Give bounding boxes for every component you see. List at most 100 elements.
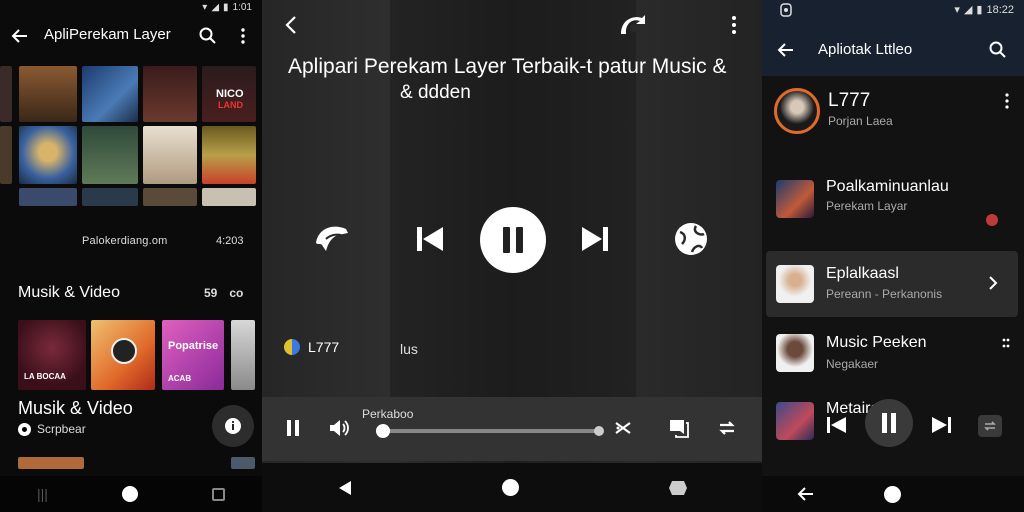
back-arrow-icon[interactable]	[797, 486, 815, 502]
back-arrow-icon[interactable]	[776, 40, 796, 60]
poster-thumbnail[interactable]	[19, 126, 77, 184]
signal-icon: ◢	[963, 4, 973, 16]
album-art	[776, 265, 814, 303]
item-title: Poalkaminuanlau	[826, 178, 949, 195]
album-art	[776, 334, 814, 372]
poster-caption: LAND	[218, 100, 243, 110]
search-icon[interactable]	[988, 40, 1008, 60]
video-thumbnail[interactable]	[91, 320, 155, 390]
ticker-text: Palokerdiang.om	[82, 235, 168, 247]
seek-bar-thumb[interactable]	[376, 424, 390, 438]
volume-icon[interactable]	[328, 417, 350, 439]
chevron-right-icon[interactable]	[988, 275, 998, 291]
item-subtitle: Negakaer	[826, 357, 879, 371]
poster-thumbnail[interactable]	[0, 126, 12, 184]
repeat-icon[interactable]	[978, 415, 1002, 437]
back-triangle-icon[interactable]	[337, 480, 353, 496]
poster-thumbnail[interactable]	[82, 188, 138, 206]
section-action-2[interactable]: co	[229, 286, 243, 300]
skip-next-icon[interactable]	[930, 415, 952, 435]
seek-bar[interactable]	[376, 424, 600, 438]
recent-apps-icon[interactable]: |||	[37, 486, 48, 502]
back-chevron-icon[interactable]	[284, 14, 298, 36]
wifi-icon: ▾	[954, 4, 960, 16]
avatar	[774, 88, 820, 134]
item-subtitle: Perekam Layar	[826, 199, 908, 213]
video-caption: LA BOCAA	[24, 372, 66, 381]
skip-previous-icon[interactable]	[415, 224, 445, 254]
more-vert-icon[interactable]	[730, 14, 738, 36]
queue-icon[interactable]	[668, 417, 690, 439]
overview-icon[interactable]	[668, 479, 688, 497]
video-thumbnail[interactable]	[231, 457, 255, 469]
poster-thumbnail[interactable]	[19, 188, 77, 206]
mini-player-subtitle-row: Scrpbear	[18, 422, 86, 436]
playback-bar: Perkaboo	[262, 397, 762, 461]
status-time: 18:22	[986, 3, 1014, 16]
section-action-1[interactable]: 59	[204, 286, 217, 300]
search-icon[interactable]	[198, 26, 218, 46]
poster-thumbnail[interactable]	[143, 126, 197, 184]
home-button[interactable]	[121, 486, 138, 502]
track-row[interactable]: L777	[284, 339, 339, 355]
home-button[interactable]	[501, 479, 519, 496]
item-title: Eplalkaasl	[826, 265, 899, 282]
share-icon[interactable]	[314, 221, 350, 255]
shuffle-icon[interactable]	[614, 419, 632, 437]
poster-thumbnail[interactable]	[0, 66, 12, 122]
home-button[interactable]	[884, 485, 902, 503]
list-item[interactable]: Poalkaminuanlau Perekam Layar	[766, 168, 1018, 234]
fab-button[interactable]	[212, 405, 254, 447]
signal-icon: ◢	[211, 2, 220, 13]
badge-icon	[986, 214, 998, 226]
list-item[interactable]: L777 Porjan Laea	[766, 82, 1018, 148]
play-disc-icon	[111, 338, 137, 364]
video-thumbnail[interactable]	[231, 320, 255, 390]
section-title: Musik & Video	[18, 284, 120, 301]
notification-icon	[780, 3, 792, 17]
drag-handle-icon[interactable]	[1002, 338, 1010, 350]
globe-icon[interactable]	[672, 220, 710, 258]
system-nav-bar	[762, 476, 1024, 512]
video-thumbnail[interactable]: LA BOCAA	[18, 320, 86, 390]
video-thumbnail[interactable]	[18, 457, 84, 469]
skip-next-icon[interactable]	[580, 224, 610, 254]
more-vert-icon[interactable]	[1004, 92, 1010, 110]
ticker-count: 4:203	[216, 235, 244, 247]
mini-player-title: Musik & Video	[18, 398, 133, 418]
poster-thumbnail[interactable]: NICO LAND	[202, 66, 256, 122]
pause-button[interactable]	[865, 399, 913, 447]
repeat-icon[interactable]	[716, 417, 738, 439]
poster-thumbnail[interactable]	[202, 188, 256, 206]
video-thumbnail[interactable]: Popatrise ACAB	[162, 320, 224, 390]
list-item[interactable]: Music Peeken Negakaer	[766, 322, 1018, 388]
seek-bar-end	[594, 426, 604, 436]
status-bar: ▾ ◢ ▮ 18:22	[954, 3, 1014, 17]
more-vert-icon[interactable]	[236, 26, 250, 46]
system-nav-bar: |||	[0, 476, 262, 512]
app-title: ApliPerekam Layer	[44, 26, 171, 43]
poster-thumbnail[interactable]	[143, 188, 197, 206]
poster-thumbnail[interactable]	[82, 66, 138, 122]
back-arrow-icon[interactable]	[10, 26, 30, 46]
item-title: Music Peeken	[826, 334, 927, 351]
overview-icon[interactable]	[211, 487, 225, 501]
pause-small-icon[interactable]	[286, 419, 300, 437]
wifi-icon: ▾	[202, 2, 208, 13]
list-item-selected[interactable]: Eplalkaasl Pereann - Perkanonis	[766, 251, 1018, 317]
play-pause-button[interactable]	[480, 207, 546, 273]
poster-thumbnail[interactable]	[202, 126, 256, 184]
mini-player-subtitle: Scrpbear	[37, 422, 86, 436]
progress-label: Perkaboo	[362, 407, 414, 421]
player-headline: Aplipari Perekam Layer Terbaik-t patur M…	[288, 55, 727, 78]
poster-thumbnail[interactable]	[19, 66, 77, 122]
poster-thumbnail[interactable]	[82, 126, 138, 184]
battery-icon: ▮	[223, 2, 229, 13]
info-icon	[225, 418, 241, 434]
poster-thumbnail[interactable]	[143, 66, 197, 122]
item-subtitle: Porjan Laea	[828, 114, 893, 128]
item-subtitle: Pereann - Perkanonis	[826, 287, 943, 301]
battery-icon: ▮	[976, 4, 983, 16]
skip-previous-icon[interactable]	[826, 415, 848, 435]
player-screen: Aplipari Perekam Layer Terbaik-t patur M…	[262, 0, 762, 512]
